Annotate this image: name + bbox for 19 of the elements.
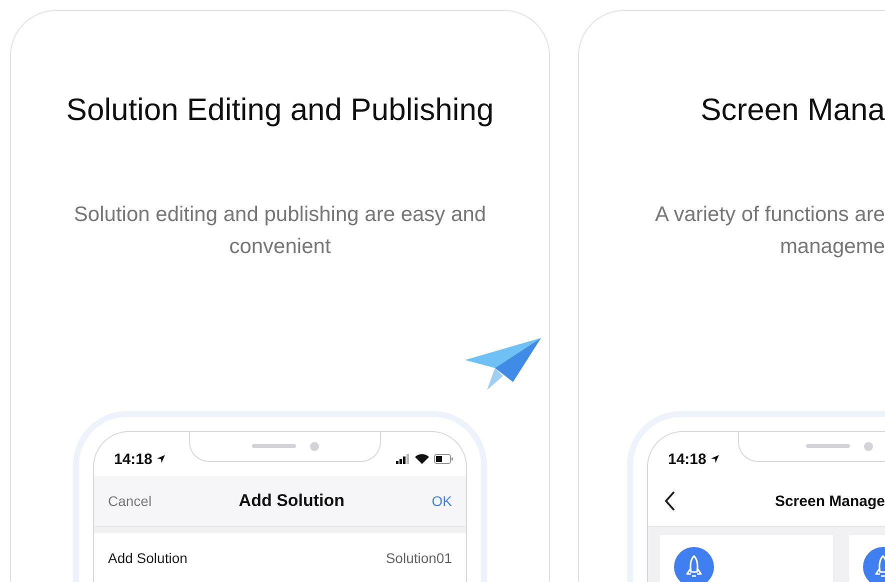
- rocket-icon: [674, 547, 714, 582]
- wifi-icon: [415, 454, 429, 464]
- panel-title: Screen Mana: [700, 91, 885, 129]
- battery-icon: [434, 454, 454, 464]
- panel-title: Solution Editing and Publishing: [66, 91, 494, 129]
- status-time: 14:18: [668, 450, 706, 468]
- cancel-button[interactable]: Cancel: [106, 491, 154, 511]
- row-label: Add Solution: [108, 550, 188, 566]
- ok-button[interactable]: OK: [430, 491, 454, 511]
- location-arrow-icon: [710, 454, 720, 464]
- row-value: Solution01: [386, 550, 452, 566]
- signal-icon: [396, 454, 410, 464]
- panel-subtitle: A variety of functions are manageme: [655, 202, 885, 260]
- screen-title: Screen Manage: [774, 492, 885, 510]
- location-arrow-icon: [156, 454, 166, 464]
- panel-subtitle: Solution editing and publishing are easy and convenient: [74, 202, 486, 260]
- screen-title: Add Solution: [238, 491, 345, 511]
- chevron-left-icon: [664, 491, 676, 511]
- status-time: 14:18: [114, 450, 152, 468]
